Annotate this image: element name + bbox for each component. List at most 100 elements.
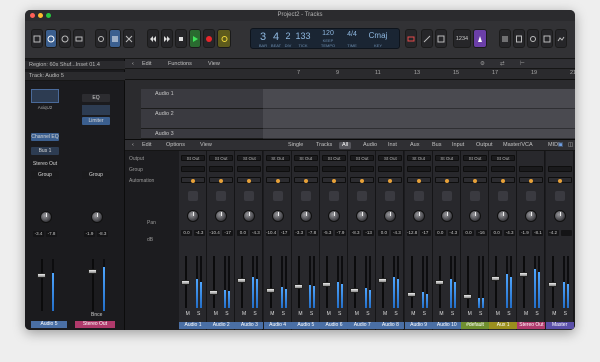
automation-slot[interactable] [350,177,375,183]
region-header[interactable]: Region: 60s Shuf...Inset 01.4 [25,61,125,70]
track-header-2[interactable]: Audio 2 [141,109,263,129]
automation-slot[interactable] [378,177,403,183]
pan-knob[interactable] [440,210,453,222]
smart-controls-icon[interactable] [95,29,107,48]
volume-fader[interactable] [406,292,416,297]
volume-fader[interactable] [322,282,331,287]
channel-name[interactable]: Audio 9 [404,322,433,329]
filter-bus[interactable]: Bus [429,142,444,149]
filter-all[interactable]: All [339,142,352,149]
volume-fader[interactable] [209,290,219,295]
solo-button[interactable]: S [479,311,482,317]
pan-knob-left[interactable] [40,211,52,223]
volume-fader[interactable] [265,288,275,293]
solo-button[interactable]: S [282,311,285,317]
group-slot[interactable] [265,166,290,172]
play-icon[interactable] [189,29,201,48]
solo-button[interactable]: S [507,311,510,317]
output-slot[interactable]: St Out [293,155,318,161]
mute-button[interactable]: M [186,311,190,317]
channel-name[interactable]: Audio 3 [235,322,264,329]
channel-name[interactable]: Aux 1 [489,322,518,329]
volume-fader[interactable] [181,280,190,285]
volume-fader[interactable] [293,284,303,289]
solo-button[interactable]: S [310,311,313,317]
output-slot[interactable]: St Out [350,155,375,161]
automation-slot[interactable] [463,177,487,183]
mute-button[interactable]: M [524,311,528,317]
pan-knob-right[interactable] [91,211,103,223]
instrument-icon[interactable] [300,191,311,201]
solo-button[interactable]: S [423,311,426,317]
track-lane-1[interactable] [263,89,575,109]
filter-audio[interactable]: Audio [360,142,380,149]
mixer-button[interactable] [109,29,121,48]
channel-name[interactable]: Audio 2 [207,322,236,329]
solo-button[interactable]: S [253,311,256,317]
bus-send-slot[interactable]: Bus 1 [31,147,59,155]
group-slot[interactable] [350,166,375,172]
group-slot[interactable] [547,166,572,172]
output-slot[interactable]: St Out [237,155,262,161]
output-slot[interactable]: St Out [322,155,346,161]
solo-button[interactable]: S [338,311,341,317]
automation-slot[interactable] [547,177,572,183]
mixer-options-menu[interactable]: Options [163,142,188,149]
channel-name[interactable]: #default [461,322,489,329]
list-editors-icon[interactable] [499,29,511,48]
pan-knob[interactable] [243,210,256,222]
output-slot[interactable]: St Out [378,155,403,161]
inspector-name-right[interactable]: Stereo Out [75,321,115,328]
filter-output[interactable]: Output [473,142,496,149]
mute-button[interactable]: M [552,311,556,317]
solo-button[interactable]: S [225,311,228,317]
channel-eq-slot[interactable]: Channel EQ [31,133,59,141]
solo-icon[interactable] [435,29,447,48]
instrument-icon[interactable] [385,191,396,201]
replace-icon[interactable] [405,29,417,48]
tuner-icon[interactable] [421,29,433,48]
mute-button[interactable]: M [214,311,218,317]
automation-slot[interactable] [265,177,290,183]
automation-slot[interactable] [293,177,318,183]
filter-single[interactable]: Single [285,142,306,149]
instrument-icon[interactable] [554,191,565,201]
group-slot[interactable] [463,166,487,172]
output-slot[interactable]: St Out [181,155,205,161]
instrument-icon[interactable] [329,191,339,201]
lcd-display[interactable]: 3 4 2 133 BAR BEAT DIV TICK 120 KEEP TEM… [250,28,400,49]
help-button[interactable] [59,29,71,48]
instrument-icon[interactable] [357,191,368,201]
channel-name[interactable]: Audio 7 [348,322,377,329]
output-slot[interactable]: St Out [265,155,290,161]
solo-button[interactable]: S [451,311,454,317]
toolbar-toggle-button[interactable] [73,29,85,48]
limiter-slot[interactable]: Limiter [82,117,110,125]
stop-icon[interactable] [175,29,187,48]
instrument-icon[interactable] [441,191,452,201]
group-slot[interactable] [293,166,318,172]
filter-aux[interactable]: Aux [407,142,422,149]
filter-input[interactable]: Input [449,142,467,149]
output-slot[interactable]: St Out [209,155,234,161]
channel-name[interactable]: Audio 8 [376,322,405,329]
eq-slot[interactable]: EQ [82,94,110,102]
automation-slot[interactable] [209,177,234,183]
filter-master-vca[interactable]: Master/VCA [500,142,536,149]
mute-button[interactable]: M [327,311,331,317]
channel-name[interactable]: Audio 6 [320,322,348,329]
inspector-group-left[interactable]: Group [31,171,59,179]
group-slot[interactable] [181,166,205,172]
mute-button[interactable]: M [298,311,302,317]
instrument-icon[interactable] [526,191,537,201]
instrument-icon[interactable] [498,191,509,201]
pan-knob[interactable] [469,210,481,222]
mute-button[interactable]: M [439,311,443,317]
mute-button[interactable]: M [496,311,500,317]
mute-button[interactable]: M [270,311,274,317]
solo-button[interactable]: S [394,311,397,317]
mute-button[interactable]: M [468,311,472,317]
group-slot[interactable] [519,166,544,172]
solo-button[interactable]: S [197,311,200,317]
track-header-3[interactable]: Audio 3 [141,129,263,139]
